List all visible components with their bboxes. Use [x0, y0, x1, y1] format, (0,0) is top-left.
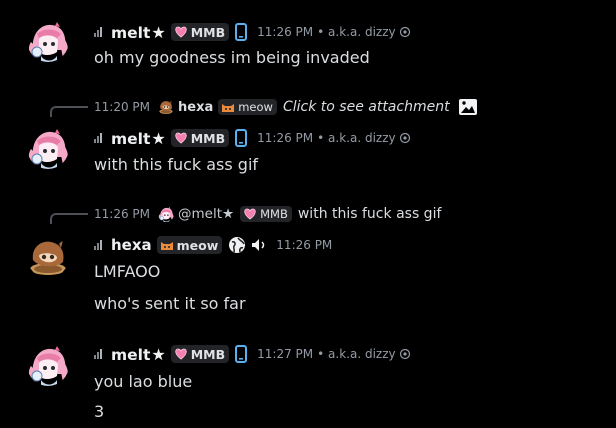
username[interactable]: hexa [111, 236, 152, 254]
avatar[interactable] [27, 236, 69, 278]
mobile-phone-icon [235, 129, 248, 147]
guild-tag[interactable]: MMB [170, 345, 230, 363]
heart-icon [244, 208, 256, 220]
message-content: 3 [94, 402, 105, 421]
reply-tag: MMB [240, 206, 292, 222]
reply-text: Click to see attachment [282, 99, 450, 115]
star-icon: ★ [222, 206, 235, 222]
avatar[interactable] [27, 127, 69, 169]
cat-icon [160, 242, 173, 250]
reply-spine [50, 106, 88, 117]
message-content: who's sent it so far [94, 294, 246, 313]
timestamp[interactable]: 11:26 PM [276, 238, 332, 252]
nickname-info-icon [399, 26, 410, 38]
heart-icon [175, 132, 187, 144]
reply-text: with this fuck ass gif [297, 206, 442, 222]
timestamp[interactable]: 11:26 PM [257, 131, 313, 145]
message-content: oh my goodness im being invaded [94, 48, 370, 67]
username[interactable]: melt★ [111, 23, 166, 42]
star-icon: ★ [151, 344, 166, 364]
reply-tag: meow [218, 99, 277, 115]
speaker-icon [250, 237, 268, 253]
mobile-phone-icon [235, 23, 248, 41]
reply-avatar [158, 206, 174, 222]
heart-icon [175, 348, 187, 360]
nickname-aka: • a.k.a. dizzy [317, 347, 396, 361]
globe-icon [228, 236, 246, 254]
guild-tag[interactable]: MMB [170, 23, 230, 41]
signal-bars-icon [94, 349, 102, 359]
message-content: with this fuck ass gif [94, 155, 259, 174]
star-icon: ★ [151, 128, 166, 148]
reply-author[interactable]: hexa [178, 100, 213, 115]
message-content: LMFAOO [94, 262, 161, 281]
signal-bars-icon [94, 240, 102, 250]
nickname-info-icon [399, 348, 410, 360]
reply-timestamp: 11:26 PM [94, 207, 150, 221]
guild-tag[interactable]: meow [156, 236, 223, 254]
message-content: you lao blue [94, 372, 193, 391]
reply-preview[interactable]: 11:26 PM @melt★ MMB with this fuck ass g… [94, 205, 441, 223]
guild-tag[interactable]: MMB [170, 129, 230, 147]
nickname-aka: • a.k.a. dizzy [317, 25, 396, 39]
reply-author[interactable]: @melt★ [178, 206, 234, 222]
avatar[interactable] [27, 20, 69, 62]
signal-bars-icon [94, 27, 102, 37]
timestamp[interactable]: 11:27 PM [257, 347, 313, 361]
username[interactable]: melt★ [111, 129, 166, 148]
heart-icon [175, 26, 187, 38]
nickname-info-icon [399, 132, 410, 144]
signal-bars-icon [94, 133, 102, 143]
avatar[interactable] [27, 344, 69, 386]
reply-spine [50, 213, 88, 224]
reply-preview[interactable]: 11:20 PM hexa meow Click to see attachme… [94, 98, 478, 116]
reply-avatar [158, 99, 174, 115]
mobile-phone-icon [235, 345, 248, 363]
nickname-aka: • a.k.a. dizzy [317, 131, 396, 145]
reply-timestamp: 11:20 PM [94, 100, 150, 114]
image-attachment-icon [458, 99, 477, 115]
timestamp[interactable]: 11:26 PM [257, 25, 313, 39]
cat-icon [222, 104, 235, 112]
username[interactable]: melt★ [111, 345, 166, 364]
star-icon: ★ [151, 22, 166, 42]
